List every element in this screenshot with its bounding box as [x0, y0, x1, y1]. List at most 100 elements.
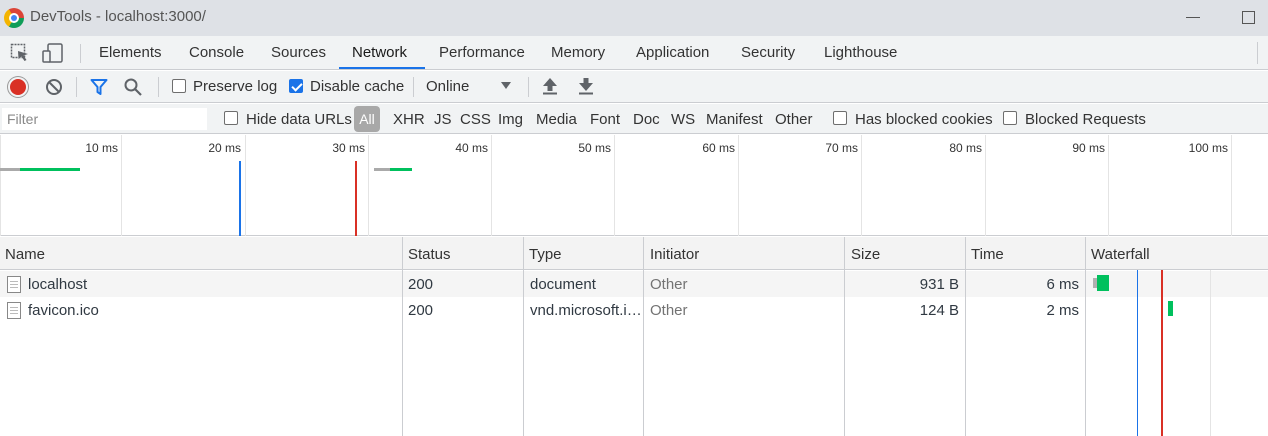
column-divider[interactable] — [1085, 237, 1086, 436]
tab-application[interactable]: Application — [636, 44, 709, 61]
overview-request-bar — [390, 168, 412, 171]
table-row[interactable]: favicon.ico 200 vnd.microsoft.i… Other 1… — [0, 297, 1268, 323]
column-waterfall[interactable]: Waterfall — [1091, 246, 1150, 263]
dom-content-loaded-marker — [1137, 270, 1138, 436]
grid-line — [861, 135, 862, 236]
column-initiator[interactable]: Initiator — [650, 246, 699, 263]
column-divider[interactable] — [523, 237, 524, 436]
hide-data-urls-checkbox[interactable] — [224, 111, 238, 125]
tab-elements[interactable]: Elements — [99, 44, 162, 61]
devtools-tab-bar: Elements Console Sources Network Perform… — [0, 36, 1268, 70]
column-divider[interactable] — [643, 237, 644, 436]
active-tab-indicator — [339, 67, 425, 69]
tab-memory[interactable]: Memory — [551, 44, 605, 61]
tick-label: 30 ms — [332, 141, 365, 155]
grid-line — [245, 135, 246, 236]
preserve-log-label: Preserve log — [193, 78, 278, 95]
type-filter-font[interactable]: Font — [590, 111, 620, 128]
request-time: 2 ms — [1046, 302, 1079, 319]
has-blocked-cookies-checkbox[interactable] — [833, 111, 847, 125]
column-type[interactable]: Type — [529, 246, 562, 263]
tab-console[interactable]: Console — [189, 44, 244, 61]
tab-performance[interactable]: Performance — [439, 44, 525, 61]
tick-label: 40 ms — [455, 141, 488, 155]
grid-line — [738, 135, 739, 236]
chevron-down-icon — [501, 82, 511, 89]
waterfall-bar[interactable] — [1097, 275, 1109, 291]
type-filter-doc[interactable]: Doc — [633, 111, 660, 128]
tick-label: 70 ms — [825, 141, 858, 155]
overview-request-bar — [20, 168, 80, 171]
request-size: 931 B — [919, 276, 959, 293]
table-row[interactable]: localhost 200 document Other 931 B 6 ms — [0, 271, 1268, 297]
column-size[interactable]: Size — [851, 246, 880, 263]
export-har-icon[interactable] — [578, 77, 594, 95]
grid-line — [121, 135, 122, 236]
column-name[interactable]: Name — [5, 246, 45, 263]
column-divider[interactable] — [844, 237, 845, 436]
request-initiator[interactable]: Other — [650, 302, 688, 319]
type-filter-all[interactable]: All — [354, 106, 380, 132]
network-overview[interactable]: 10 ms 20 ms 30 ms 40 ms 50 ms 60 ms 70 m… — [0, 135, 1268, 236]
blocked-requests-label: Blocked Requests — [1025, 111, 1146, 128]
record-button[interactable] — [10, 79, 26, 95]
disable-cache-label: Disable cache — [310, 78, 405, 95]
request-initiator[interactable]: Other — [650, 276, 688, 293]
disable-cache-checkbox[interactable] — [289, 79, 303, 93]
column-divider[interactable] — [965, 237, 966, 436]
network-toolbar: Preserve log Disable cache Online — [0, 71, 1268, 103]
blocked-requests-checkbox[interactable] — [1003, 111, 1017, 125]
divider — [80, 44, 81, 63]
request-type: vnd.microsoft.i… — [530, 302, 640, 319]
waterfall-bar[interactable] — [1168, 301, 1173, 316]
tick-label: 80 ms — [949, 141, 982, 155]
grid-line — [368, 135, 369, 236]
column-time[interactable]: Time — [971, 246, 1004, 263]
tab-network[interactable]: Network — [352, 44, 407, 61]
grid-line — [0, 135, 1, 236]
title-bar: DevTools - localhost:3000/ — [0, 0, 1268, 36]
import-har-icon[interactable] — [542, 77, 558, 95]
type-filter-xhr[interactable]: XHR — [393, 111, 425, 128]
load-marker — [355, 161, 357, 236]
request-type: document — [530, 276, 596, 293]
inspect-element-icon[interactable] — [10, 43, 30, 63]
type-filter-manifest[interactable]: Manifest — [706, 111, 763, 128]
divider — [76, 77, 77, 97]
throttling-select[interactable]: Online — [426, 78, 469, 95]
document-icon — [7, 276, 21, 293]
type-filter-media[interactable]: Media — [536, 111, 577, 128]
type-filter-js[interactable]: JS — [434, 111, 452, 128]
filter-input[interactable] — [2, 108, 207, 130]
request-status: 200 — [408, 302, 434, 319]
filter-icon[interactable] — [90, 78, 108, 96]
document-icon — [7, 302, 21, 319]
type-filter-ws[interactable]: WS — [671, 111, 695, 128]
device-toolbar-icon[interactable] — [42, 43, 64, 63]
maximize-icon[interactable] — [1242, 11, 1255, 24]
type-filter-other[interactable]: Other — [775, 111, 813, 128]
grid-line — [985, 135, 986, 236]
has-blocked-cookies-label: Has blocked cookies — [855, 111, 993, 128]
request-time: 6 ms — [1046, 276, 1079, 293]
dom-content-loaded-marker — [239, 161, 241, 236]
request-name: localhost — [28, 276, 88, 293]
tick-label: 50 ms — [578, 141, 611, 155]
tab-lighthouse[interactable]: Lighthouse — [824, 44, 897, 61]
tab-sources[interactable]: Sources — [271, 44, 326, 61]
divider — [1257, 42, 1258, 64]
tick-label: 60 ms — [702, 141, 735, 155]
filter-bar: Hide data URLs XHR JS CSS Img Media Font… — [0, 104, 1268, 134]
type-filter-css[interactable]: CSS — [460, 111, 491, 128]
minimize-icon[interactable] — [1186, 17, 1200, 18]
type-filter-img[interactable]: Img — [498, 111, 523, 128]
request-name: favicon.ico — [28, 302, 99, 319]
tab-security[interactable]: Security — [741, 44, 795, 61]
column-divider[interactable] — [402, 237, 403, 436]
search-icon[interactable] — [124, 78, 142, 96]
clear-icon[interactable] — [45, 78, 63, 96]
preserve-log-checkbox[interactable] — [172, 79, 186, 93]
grid-line — [1231, 135, 1232, 236]
column-status[interactable]: Status — [408, 246, 451, 263]
overview-request-bar-wait — [374, 168, 390, 171]
